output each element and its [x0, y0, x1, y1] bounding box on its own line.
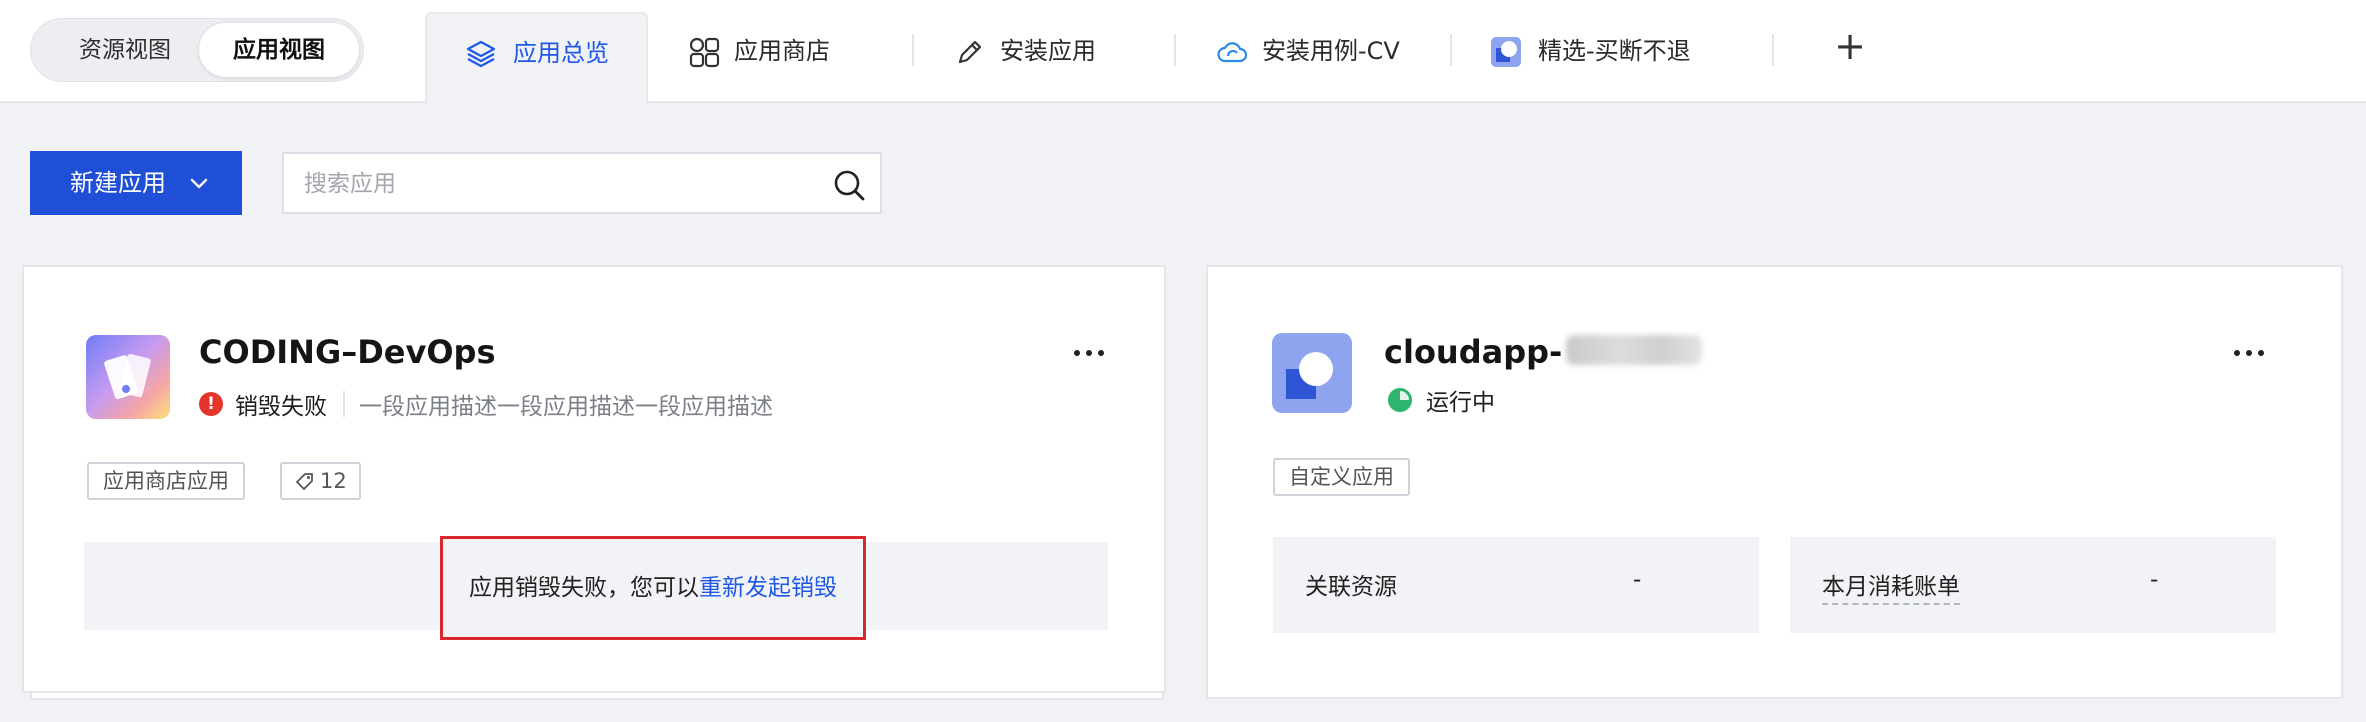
- tab-app-store[interactable]: 应用商店: [680, 12, 900, 102]
- tab-featured[interactable]: 精选-买断不退: [1486, 12, 1736, 102]
- app-card[interactable]: cloudapp- 运行中 自定义应用 关联资源 - 本月消耗账单 -: [1206, 265, 2343, 699]
- status-text: 运行中: [1426, 390, 1495, 416]
- top-bar: 资源视图 应用视图 应用总览 应用商店 安装应用 安装用例-CV 精选-买断不退…: [0, 0, 2366, 104]
- notice-text: 应用销毁失败，您可以: [469, 575, 699, 601]
- failure-notice: 应用销毁失败，您可以重新发起销毁: [84, 536, 1108, 640]
- app-square-icon: [1491, 37, 1521, 67]
- tab-label: 安装应用: [1000, 37, 1096, 65]
- tab-label: 安装用例-CV: [1262, 37, 1400, 65]
- failure-notice-highlight: 应用销毁失败，您可以重新发起销毁: [440, 536, 866, 640]
- new-app-label: 新建应用: [70, 169, 166, 197]
- app-type-tag: 应用商店应用: [87, 462, 245, 500]
- app-title[interactable]: CODING–DevOps: [199, 333, 495, 371]
- tab-divider: [912, 34, 914, 66]
- retry-destroy-link[interactable]: 重新发起销毁: [699, 575, 837, 601]
- tab-label: 精选-买断不退: [1538, 37, 1691, 65]
- search-input[interactable]: [304, 164, 804, 204]
- resource-view-option[interactable]: 资源视图: [41, 23, 209, 77]
- stat-monthly-bill[interactable]: 本月消耗账单 -: [1790, 537, 2276, 633]
- view-toggle: 资源视图 应用视图: [30, 18, 364, 82]
- stat-label[interactable]: 本月消耗账单: [1822, 567, 1960, 605]
- stat-label: 关联资源: [1305, 574, 1397, 600]
- search-box: [282, 152, 882, 214]
- app-logo: [86, 335, 170, 419]
- app-title[interactable]: cloudapp-: [1384, 333, 1703, 371]
- cloud-icon: [1217, 42, 1248, 63]
- error-icon: !: [199, 392, 223, 416]
- app-description: 一段应用描述一段应用描述一段应用描述: [359, 394, 773, 420]
- tab-divider: [1772, 34, 1774, 66]
- running-status-icon: [1388, 388, 1412, 412]
- app-card[interactable]: CODING–DevOps ! 销毁失败 一段应用描述一段应用描述一段应用描述 …: [22, 265, 1166, 693]
- tab-app-overview[interactable]: 应用总览: [425, 12, 648, 104]
- layers-icon: [466, 40, 496, 68]
- stat-related-resources: 关联资源 -: [1273, 537, 1759, 633]
- app-type-tag: 自定义应用: [1273, 458, 1410, 496]
- app-title-text: cloudapp-: [1384, 333, 1563, 371]
- tab-divider: [1174, 34, 1176, 66]
- tab-install-app[interactable]: 安装应用: [950, 12, 1150, 102]
- chevron-down-icon: [190, 178, 208, 189]
- tab-install-example[interactable]: 安装用例-CV: [1212, 12, 1406, 102]
- stat-value: -: [2150, 567, 2159, 593]
- tag-icon: [296, 473, 313, 490]
- tab-label: 应用总览: [513, 39, 609, 67]
- status-line: 运行中: [1386, 383, 1495, 417]
- tab-divider: [1450, 34, 1452, 66]
- more-actions-icon[interactable]: [1070, 343, 1110, 363]
- pencil-icon: [958, 40, 982, 64]
- tag-count: 12: [320, 469, 347, 493]
- search-icon[interactable]: [832, 168, 866, 202]
- stat-value: -: [1633, 567, 1642, 593]
- new-app-button[interactable]: 新建应用: [30, 151, 242, 215]
- grid-icon: [689, 37, 720, 68]
- more-actions-icon[interactable]: [2230, 343, 2270, 363]
- status-text: 销毁失败: [235, 394, 327, 420]
- tag-count-chip[interactable]: 12: [280, 462, 361, 500]
- tab-label: 应用商店: [734, 37, 830, 65]
- divider: [343, 391, 345, 417]
- add-tab-button[interactable]: +: [1830, 27, 1870, 68]
- status-line: ! 销毁失败 一段应用描述一段应用描述一段应用描述: [199, 387, 773, 421]
- redacted-name: [1566, 335, 1703, 365]
- app-view-option[interactable]: 应用视图: [199, 23, 359, 77]
- app-logo: [1272, 333, 1352, 413]
